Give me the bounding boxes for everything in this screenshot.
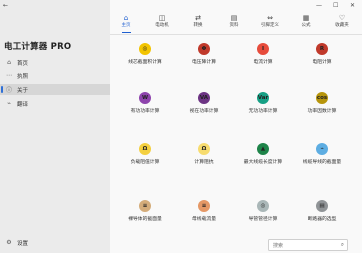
sidebar-item-about[interactable]: ⓘ 关于	[0, 84, 110, 95]
tool-tile[interactable]: R 电阻计算	[292, 41, 352, 75]
close-button[interactable]: ✕	[350, 2, 355, 9]
home-icon: ⌂	[7, 59, 11, 66]
tool-label: 计算阻抗	[194, 160, 214, 165]
tool-label: 电阻计算	[312, 60, 332, 65]
tool-icon: ◎	[139, 43, 151, 55]
tab-label: 引脚定义	[261, 23, 279, 28]
tab-label: 电动机	[155, 23, 169, 28]
sidebar-item-label: 翻译	[17, 101, 29, 108]
tab-label: 公式	[301, 23, 311, 28]
sidebar-item-license[interactable]: ⋯ 执照	[0, 70, 110, 81]
tool-tile[interactable]: ≡ 母线载流量	[174, 198, 234, 232]
tool-icon: ◎	[257, 200, 269, 212]
tool-tile[interactable]: I 电流计算	[233, 41, 293, 75]
tab-label: 资料	[229, 23, 239, 28]
code-icon: ⇔	[267, 14, 273, 22]
tool-tile[interactable]: Ω 计算阻抗	[174, 141, 234, 175]
tool-tile[interactable]: Ω 负载阻值计算	[115, 141, 175, 175]
tool-icon: ▤	[316, 200, 328, 212]
tool-tile[interactable]: ◎ 线芯截面积计算	[115, 41, 175, 75]
tool-tile[interactable]: ≡ 裸导体的截面量	[115, 198, 175, 232]
tool-tile[interactable]: cos 功率因数计算	[292, 90, 352, 124]
tool-label: 导管管径计算	[248, 217, 278, 222]
tool-tile[interactable]: Var 无功功率计算	[233, 90, 293, 124]
minimize-button[interactable]: —	[316, 2, 322, 9]
tool-label: 断路器的选型	[307, 217, 337, 222]
tool-icon: VA	[198, 92, 210, 104]
tool-label: 功率因数计算	[307, 109, 337, 114]
heart-icon: ♡	[338, 14, 346, 22]
tool-label: 有功功率计算	[130, 109, 160, 114]
tool-tile[interactable]: ▲ 最大线缆长度计算	[233, 141, 293, 175]
tab-label: 收藏夹	[335, 23, 349, 28]
more-icon: ⋯	[6, 72, 12, 79]
tab-label: 转换	[193, 23, 203, 28]
tool-label: 线缆导线的截面量	[302, 160, 342, 165]
sidebar-item-settings[interactable]: ⚙ 设置	[0, 237, 110, 248]
tool-icon: ⌁	[316, 143, 328, 155]
search-icon[interactable]: ⌕	[341, 242, 344, 249]
tool-label: 电压降计算	[192, 60, 216, 65]
tool-label: 视在功率计算	[189, 109, 219, 114]
sidebar: ← 电工计算器 PRO ⌂ 首页 ⋯ 执照 ⓘ 关于 ⌁ 翻译 ⚙ 设置	[0, 0, 110, 253]
tool-icon: ≡	[198, 200, 210, 212]
calculator-icon: ▦	[302, 14, 310, 22]
tab-pinout[interactable]: ⇔ 引脚定义	[256, 12, 284, 34]
tool-icon: W	[139, 92, 151, 104]
tab-bar: ⌂ 主页 ◫ 电动机 ⇄ 转换 ▤ 资料 ⇔ 引脚定义 ▦ 公式 ♡ 收藏夹	[110, 12, 362, 34]
tool-icon: I	[257, 43, 269, 55]
info-icon: ⓘ	[5, 87, 12, 94]
tool-label: 无功功率计算	[248, 109, 278, 114]
sidebar-item-home[interactable]: ⌂ 首页	[0, 57, 110, 68]
gear-icon: ⚙	[6, 239, 12, 246]
tool-label: 裸导体的截面量	[128, 217, 162, 222]
sidebar-item-label: 关于	[17, 87, 29, 94]
tool-label: 线芯截面积计算	[128, 60, 162, 65]
tool-icon: ≡	[139, 200, 151, 212]
tool-tile[interactable]: W 有功功率计算	[115, 90, 175, 124]
tool-tile[interactable]: Φ 电压降计算	[174, 41, 234, 75]
tab-home[interactable]: ⌂ 主页	[112, 12, 140, 34]
tab-favorites[interactable]: ♡ 收藏夹	[328, 12, 356, 34]
back-arrow-icon[interactable]: ←	[3, 2, 8, 9]
convert-icon: ⇄	[195, 14, 201, 22]
sidebar-item-label: 执照	[17, 73, 29, 80]
tab-label: 主页	[121, 23, 131, 28]
home-icon: ⌂	[123, 14, 129, 22]
tab-convert[interactable]: ⇄ 转换	[184, 12, 212, 34]
sidebar-item-label: 首页	[17, 60, 29, 67]
tool-label: 电流计算	[253, 60, 273, 65]
tool-tile[interactable]: ▤ 断路器的选型	[292, 198, 352, 232]
tool-icon: R	[316, 43, 328, 55]
tool-icon: Ω	[139, 143, 151, 155]
tool-icon: ▲	[257, 143, 269, 155]
sidebar-item-label: 设置	[17, 240, 29, 247]
tab-resources[interactable]: ▤ 资料	[220, 12, 248, 34]
motor-icon: ◫	[158, 14, 166, 22]
tool-icon: Φ	[198, 43, 210, 55]
maximize-button[interactable]: ☐	[333, 2, 338, 9]
main-content: — ☐ ✕ ⌂ 主页 ◫ 电动机 ⇄ 转换 ▤ 资料 ⇔ 引脚定义 ▦ 公式 ♡…	[110, 0, 362, 253]
tool-label: 负载阻值计算	[130, 160, 160, 165]
tab-formula[interactable]: ▦ 公式	[292, 12, 320, 34]
search-input[interactable]: 搜索	[273, 242, 283, 249]
tool-icon: Ω	[198, 143, 210, 155]
sidebar-item-translate[interactable]: ⌁ 翻译	[0, 98, 110, 109]
tool-tile[interactable]: ⌁ 线缆导线的截面量	[292, 141, 352, 175]
book-icon: ▤	[230, 14, 238, 22]
tool-label: 最大线缆长度计算	[243, 160, 283, 165]
tab-motor[interactable]: ◫ 电动机	[148, 12, 176, 34]
tool-icon: Var	[257, 92, 269, 104]
tool-tile[interactable]: ◎ 导管管径计算	[233, 198, 293, 232]
divider	[110, 34, 362, 35]
tool-icon: cos	[316, 92, 328, 104]
translate-icon: ⌁	[7, 100, 11, 107]
search-box[interactable]: 搜索 ⌕	[268, 239, 348, 251]
app-title: 电工计算器 PRO	[4, 42, 72, 52]
tool-label: 母线载流量	[192, 217, 216, 222]
tool-tile[interactable]: VA 视在功率计算	[174, 90, 234, 124]
